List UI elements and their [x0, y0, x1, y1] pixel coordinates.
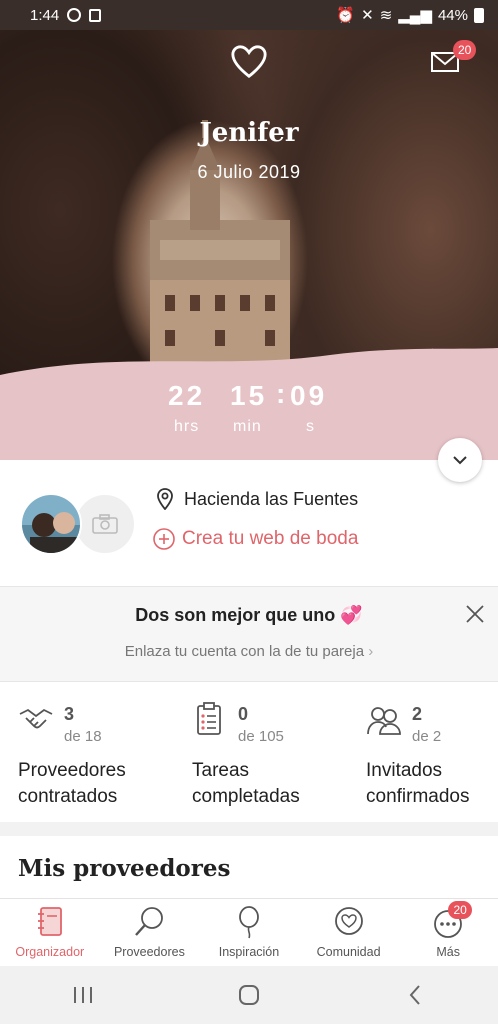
stat-total: de 18: [64, 728, 102, 745]
stat-label: Tareas completadas: [192, 760, 300, 807]
more-badge: 20: [448, 901, 473, 919]
nav-label: Organizador: [15, 945, 85, 959]
partner-avatar-placeholder[interactable]: [74, 493, 136, 555]
battery-level: 44%: [437, 6, 468, 24]
bottom-navigation: Organizador Proveedores Inspiración Comu…: [0, 898, 498, 966]
recent-apps-button[interactable]: [53, 975, 113, 1015]
stat-total: de 2: [412, 728, 442, 745]
stat-count: 3: [64, 704, 75, 724]
plus-circle-icon: [153, 528, 175, 550]
stat-count: 0: [238, 704, 249, 724]
stat-tasks[interactable]: 0 de 105 Tareas completadas: [192, 700, 352, 810]
create-wedding-web-label: Crea tu web de boda: [182, 528, 359, 549]
signal-icon: ▂▄▆: [398, 7, 432, 24]
minutes-label: min: [233, 418, 262, 435]
location-pin-icon: [157, 488, 173, 510]
venue-row[interactable]: Hacienda las Fuentes: [156, 488, 358, 510]
back-button[interactable]: [385, 975, 445, 1015]
whatsapp-icon: [67, 8, 82, 22]
status-time: 1:44: [30, 6, 60, 24]
seconds-label: s: [306, 418, 315, 435]
stat-vendors[interactable]: 3 de 18 Proveedores contratados: [18, 700, 178, 810]
close-icon[interactable]: [462, 601, 488, 627]
guests-icon: [367, 707, 401, 735]
nav-label: Proveedores: [113, 945, 185, 959]
home-button[interactable]: [219, 975, 279, 1015]
heart-logo-icon: [231, 45, 267, 79]
balloon-icon: [239, 906, 259, 939]
section-title: Mis proveedores: [18, 855, 231, 882]
nav-inspiracion[interactable]: Inspiración: [199, 899, 299, 966]
countdown: 22 15 : 09 hrs min s: [160, 378, 340, 440]
countdown-separator: :: [276, 378, 289, 409]
home-icon: [239, 985, 259, 1005]
app-notification-icon: [89, 8, 102, 22]
recent-apps-icon: [74, 987, 92, 1003]
venue-name: Hacienda las Fuentes: [184, 488, 359, 509]
countdown-hours: 22: [168, 380, 206, 411]
stat-label: Invitados confirmados: [366, 760, 470, 807]
create-wedding-web-link[interactable]: Crea tu web de boda: [152, 527, 358, 551]
nav-label: Inspiración: [218, 945, 280, 959]
wifi-icon: ≋: [379, 7, 393, 24]
stat-count: 2: [412, 704, 423, 724]
mail-badge: 20: [453, 40, 477, 60]
camera-icon: [92, 514, 118, 534]
partner-link-promo: Dos son mejor que uno 💞 Enlaza tu cuenta…: [0, 586, 498, 682]
handshake-icon: [19, 708, 53, 729]
nav-comunidad[interactable]: Comunidad: [299, 899, 399, 966]
wedding-date: 6 Julio 2019: [197, 162, 301, 182]
notebook-icon: [37, 907, 62, 936]
hero-banner: 20 Jenifer 6 Julio 2019 22 15 : 09 hrs m…: [0, 30, 498, 460]
alarm-icon: ⏰: [336, 7, 356, 24]
countdown-seconds: 09: [290, 380, 328, 411]
heart-chat-icon: [334, 907, 363, 935]
status-bar: 1:44 ⏰ ✕ ≋ ▂▄▆ 44%: [0, 0, 498, 30]
promo-title: Dos son mejor que uno 💞: [135, 605, 363, 625]
back-icon: [409, 985, 420, 1005]
magnifier-icon: [135, 907, 164, 936]
hours-label: hrs: [174, 418, 200, 435]
nav-proveedores[interactable]: Proveedores: [100, 899, 200, 966]
chevron-down-icon: [453, 456, 467, 465]
nav-organizador[interactable]: Organizador: [0, 899, 100, 966]
nav-label: Comunidad: [316, 945, 381, 959]
avatar[interactable]: [20, 493, 82, 555]
system-navigation: [0, 966, 498, 1024]
countdown-minutes: 15: [230, 380, 268, 411]
stat-guests[interactable]: 2 de 2 Invitados confirmados: [366, 700, 498, 810]
mute-icon: ✕: [361, 7, 374, 24]
link-partner-account[interactable]: Enlaza tu cuenta con la de tu pareja ›: [0, 643, 498, 660]
stat-total: de 105: [238, 728, 284, 745]
expand-button[interactable]: [438, 438, 482, 482]
bride-name: Jenifer: [199, 118, 299, 148]
chevron-right-icon: ›: [368, 643, 374, 660]
section-divider: [0, 822, 498, 836]
stat-label: Proveedores contratados: [18, 760, 126, 807]
hearts-icon: 💞: [340, 605, 363, 625]
nav-mas[interactable]: Más 20: [398, 899, 498, 966]
nav-label: Más: [436, 945, 460, 959]
checklist-icon: [197, 702, 221, 735]
battery-icon: [474, 7, 484, 23]
